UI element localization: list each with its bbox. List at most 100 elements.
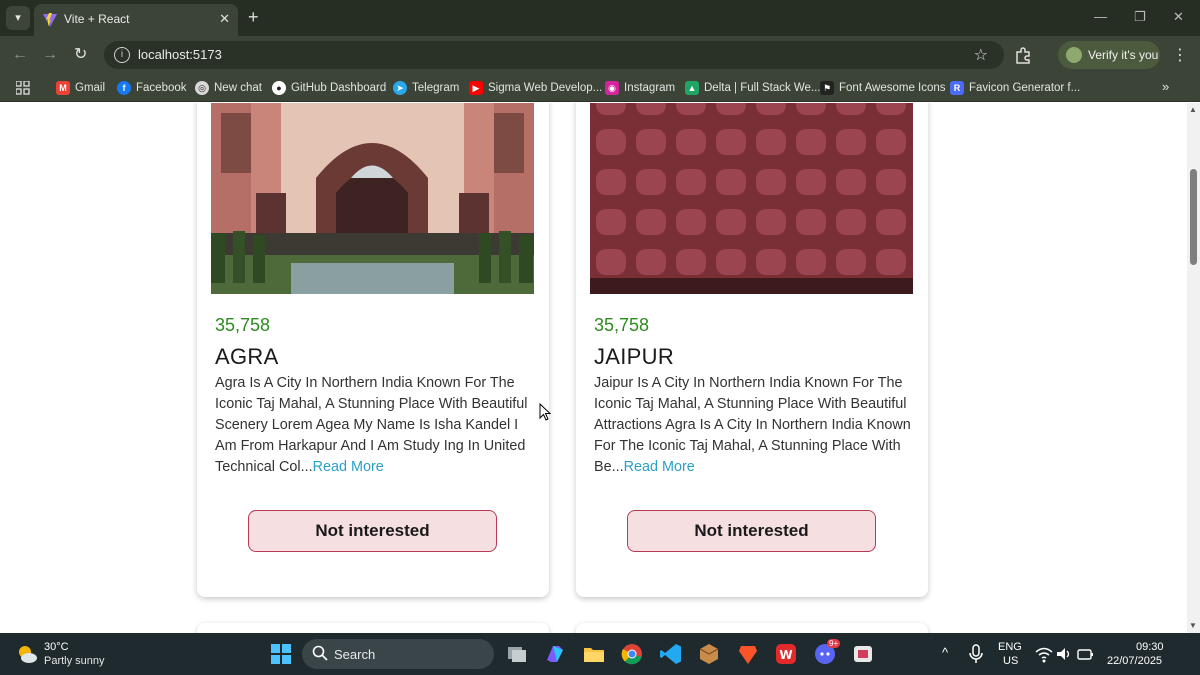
- partly-sunny-icon[interactable]: [16, 643, 38, 665]
- package-app-icon[interactable]: [697, 642, 721, 666]
- scroll-down-icon[interactable]: ▼: [1189, 621, 1197, 630]
- vscode-icon[interactable]: [659, 642, 683, 666]
- card-price: 35,758: [215, 315, 271, 335]
- bookmark-label: Delta | Full Stack We...: [704, 82, 821, 94]
- card-description: Jaipur Is A City In Northern India Known…: [594, 373, 912, 478]
- bookmark-star-icon[interactable]: ☆: [974, 45, 988, 65]
- svg-text:W: W: [779, 648, 792, 662]
- bookmark-label: New chat: [214, 82, 262, 94]
- read-more-link[interactable]: Read More: [624, 459, 695, 475]
- not-interested-button[interactable]: Not interested: [627, 510, 876, 552]
- site-info-icon[interactable]: i: [114, 47, 130, 63]
- window-close-icon[interactable]: ✕: [1173, 9, 1184, 25]
- taskbar-search[interactable]: Search: [302, 639, 494, 669]
- scroll-up-icon[interactable]: ▲: [1189, 105, 1197, 114]
- url-text[interactable]: localhost:5173: [138, 47, 222, 62]
- drive-icon: ▲: [685, 81, 699, 95]
- tray-overflow-icon[interactable]: ^: [942, 645, 948, 660]
- tab-title: Vite + React: [64, 12, 130, 26]
- bookmark-label: Font Awesome Icons: [839, 82, 946, 94]
- gmail-icon: M: [56, 81, 70, 95]
- task-view-icon[interactable]: [505, 642, 529, 666]
- weather-description: Partly sunny: [44, 655, 105, 667]
- maximize-icon[interactable]: ❐: [1134, 9, 1146, 25]
- destination-card: 35,758 AGRA Agra Is A City In Northern I…: [197, 103, 549, 597]
- copilot-icon[interactable]: [543, 642, 567, 666]
- bookmark-facebook[interactable]: f Facebook: [117, 80, 187, 96]
- jaipur-image: [590, 103, 913, 294]
- bookmark-sigma-web[interactable]: ▶ Sigma Web Develop...: [469, 80, 602, 96]
- search-icon: [312, 645, 328, 661]
- wifi-icon[interactable]: [1035, 642, 1053, 666]
- bookmark-new-chat[interactable]: ◎ New chat: [195, 80, 262, 96]
- clock-time[interactable]: 09:30: [1136, 641, 1164, 653]
- card-price: 35,758: [594, 315, 650, 335]
- instagram-icon: ◉: [605, 81, 619, 95]
- tab-close-icon[interactable]: ✕: [219, 11, 230, 27]
- destination-card: 35,758 JAIPUR Jaipur Is A City In Northe…: [576, 103, 928, 597]
- bookmark-label: Instagram: [624, 82, 676, 94]
- bookmark-label: GitHub Dashboard: [291, 82, 387, 94]
- microphone-icon[interactable]: [966, 642, 986, 666]
- card-title: AGRA: [215, 344, 279, 369]
- vite-logo-icon: [43, 13, 57, 27]
- destination-card: [197, 623, 549, 633]
- page-scrollbar[interactable]: ▲ ▼: [1187, 103, 1200, 633]
- active-tab[interactable]: Vite + React ✕: [34, 4, 238, 36]
- favicon-icon: R: [950, 81, 964, 95]
- volume-icon[interactable]: [1055, 642, 1073, 666]
- bookmark-delta[interactable]: ▲ Delta | Full Stack We...: [685, 80, 821, 96]
- not-interested-button[interactable]: Not interested: [248, 510, 497, 552]
- youtube-icon: ▶: [469, 81, 483, 95]
- bookmark-label: Favicon Generator f...: [969, 82, 1081, 94]
- browser-menu-icon[interactable]: ⋮: [1172, 45, 1188, 65]
- language-code[interactable]: ENG: [998, 641, 1022, 653]
- browser-toolbar: ← → ↻ i localhost:5173 ☆ Verify it's you…: [0, 36, 1200, 74]
- github-icon: ●: [272, 81, 286, 95]
- page-viewport: 35,758 AGRA Agra Is A City In Northern I…: [0, 103, 1200, 633]
- card-description: Agra Is A City In Northern India Known F…: [215, 373, 533, 478]
- bookmarks-overflow-icon[interactable]: »: [1162, 79, 1169, 94]
- clock-date[interactable]: 22/07/2025: [1107, 655, 1162, 667]
- extensions-icon[interactable]: [1014, 46, 1032, 64]
- file-explorer-icon[interactable]: [582, 642, 606, 666]
- tab-search-menu-button[interactable]: ▾: [6, 6, 30, 30]
- tab-strip: ▾ Vite + React ✕ + — ❐ ✕: [0, 0, 1200, 36]
- chrome-icon[interactable]: [620, 642, 644, 666]
- snipping-tool-icon[interactable]: [851, 642, 875, 666]
- card-title: JAIPUR: [594, 344, 675, 369]
- bookmark-label: Sigma Web Develop...: [488, 82, 603, 94]
- reload-icon[interactable]: ↻: [74, 45, 87, 65]
- flag-icon: ⚑: [820, 81, 834, 95]
- bookmarks-bar: M Gmail f Facebook ◎ New chat ● GitHub D…: [0, 74, 1200, 102]
- forward-icon[interactable]: →: [42, 45, 58, 65]
- bookmark-favicon-generator[interactable]: R Favicon Generator f...: [950, 80, 1080, 96]
- address-bar[interactable]: i localhost:5173 ☆: [104, 41, 1004, 69]
- os-taskbar: 30°C Partly sunny Search W 9+ ^ ENG US 0…: [0, 633, 1200, 675]
- keyboard-layout[interactable]: US: [1003, 655, 1018, 667]
- facebook-icon: f: [117, 81, 131, 95]
- bookmark-telegram[interactable]: ➤ Telegram: [393, 80, 459, 96]
- bookmark-label: Telegram: [412, 82, 460, 94]
- brave-icon[interactable]: [736, 642, 760, 666]
- new-tab-icon[interactable]: +: [248, 7, 259, 27]
- bookmark-instagram[interactable]: ◉ Instagram: [605, 80, 675, 96]
- telegram-icon: ➤: [393, 81, 407, 95]
- profile-verify-button[interactable]: Verify it's you: [1058, 41, 1160, 69]
- bookmark-gmail[interactable]: M Gmail: [56, 80, 105, 96]
- bookmark-github[interactable]: ● GitHub Dashboard: [272, 80, 386, 96]
- read-more-link[interactable]: Read More: [313, 459, 384, 475]
- mouse-cursor-icon: [539, 403, 551, 421]
- weather-temperature: 30°C: [44, 641, 69, 653]
- discord-notification-badge: 9+: [827, 639, 841, 648]
- minimize-icon[interactable]: —: [1094, 9, 1107, 24]
- battery-icon[interactable]: [1076, 642, 1094, 666]
- avatar: [1066, 47, 1082, 63]
- apps-grid-icon[interactable]: [16, 81, 30, 95]
- wps-office-icon[interactable]: W: [774, 642, 798, 666]
- scrollbar-thumb[interactable]: [1190, 169, 1197, 265]
- bookmark-font-awesome[interactable]: ⚑ Font Awesome Icons: [820, 80, 946, 96]
- agra-image: [211, 103, 534, 294]
- back-icon[interactable]: ←: [12, 45, 28, 65]
- windows-start-icon[interactable]: [269, 642, 293, 666]
